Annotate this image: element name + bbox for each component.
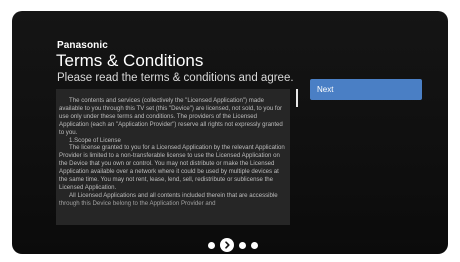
- page-dot[interactable]: [251, 241, 258, 249]
- chevron-right-icon: [225, 241, 230, 249]
- terms-scrollbar[interactable]: [296, 89, 298, 225]
- terms-text-area[interactable]: The contents and services (collectively …: [56, 89, 290, 225]
- page-dot[interactable]: [208, 241, 215, 249]
- pager: [208, 238, 263, 252]
- pager-next-control[interactable]: [220, 238, 234, 252]
- terms-text: The contents and services (collectively …: [59, 97, 285, 208]
- next-button[interactable]: Next: [310, 79, 422, 100]
- tv-screen: Panasonic Terms & Conditions Please read…: [12, 11, 448, 254]
- terms-section-heading: 1.Scope of License: [69, 136, 121, 144]
- page-dot[interactable]: [239, 241, 246, 249]
- terms-paragraph: The license granted to you for a License…: [59, 144, 285, 191]
- page-title: Terms & Conditions: [56, 51, 204, 70]
- terms-paragraph: The contents and services (collectively …: [59, 97, 283, 136]
- page-subtitle: Please read the terms & conditions and a…: [57, 72, 294, 84]
- brand-logo: Panasonic: [57, 40, 108, 51]
- terms-fade-overlay: [56, 199, 290, 225]
- scrollbar-thumb[interactable]: [296, 89, 298, 107]
